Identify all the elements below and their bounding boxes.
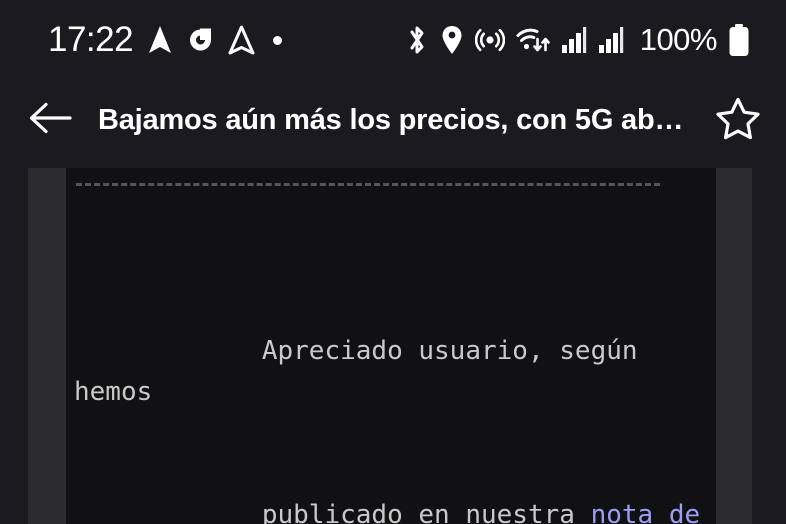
navigation-arrow-outline-icon <box>228 25 255 55</box>
battery-percent-label: 100% <box>639 22 718 57</box>
wifi-data-transfer-icon <box>516 25 550 55</box>
mail-card-frame: Apreciado usuario, según hemos publicado… <box>28 168 752 524</box>
app-title-bar: Bajamos aún más los precios, con 5G abri… <box>0 80 786 160</box>
mail-scroll-area[interactable]: Apreciado usuario, según hemos publicado… <box>0 160 786 524</box>
navigation-arrow-filled-icon <box>147 25 173 55</box>
bluetooth-icon <box>405 24 429 56</box>
status-dot-icon <box>273 35 283 45</box>
back-button[interactable] <box>26 95 76 145</box>
press-note-link[interactable]: nota de <box>591 500 701 524</box>
star-outline-icon <box>715 95 761 146</box>
rotation-lock-icon <box>187 26 214 54</box>
mail-text-block: Apreciado usuario, según hemos publicado… <box>74 208 716 524</box>
status-bar-right: 100% <box>405 22 750 58</box>
hotspot-icon <box>474 25 505 55</box>
mail-line: Apreciado usuario, según hemos <box>74 290 716 407</box>
status-bar: 17:22 100% <box>0 0 786 80</box>
signal-bars-sim2-icon <box>598 26 624 54</box>
mail-card-body: Apreciado usuario, según hemos publicado… <box>66 168 716 524</box>
page-title: Bajamos aún más los precios, con 5G abri… <box>98 103 690 136</box>
mail-line-text: Apreciado usuario, según hemos <box>74 336 654 407</box>
battery-full-icon <box>728 23 750 57</box>
mail-line-text: publicado en nuestra <box>261 500 591 524</box>
dashed-divider <box>76 183 660 186</box>
signal-bars-sim1-icon <box>561 26 587 54</box>
status-bar-clock: 17:22 <box>48 20 134 59</box>
favorite-button[interactable] <box>712 94 764 146</box>
location-pin-icon <box>440 24 464 56</box>
phone-screen: 17:22 100% Bajamos aún más los precios, … <box>0 0 786 524</box>
status-bar-left: 17:22 <box>48 20 283 60</box>
mail-line: publicado en nuestra nota de <box>74 454 716 524</box>
back-arrow-icon <box>29 101 73 140</box>
